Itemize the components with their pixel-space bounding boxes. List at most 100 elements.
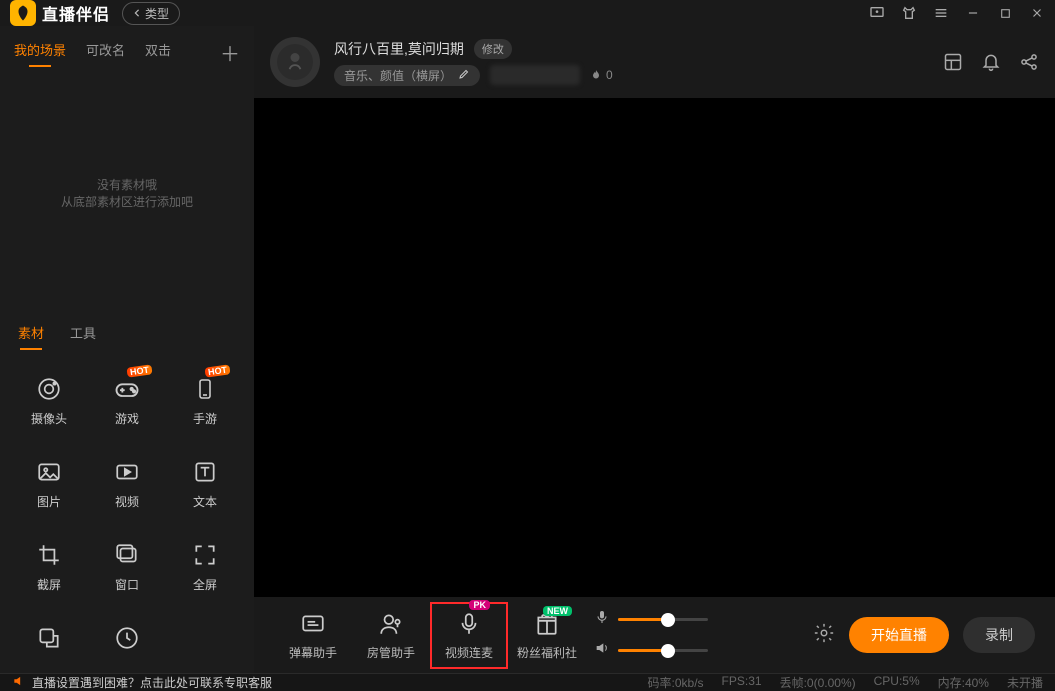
empty-line2: 从底部素材区进行添加吧 (61, 193, 193, 210)
window-icon (112, 540, 142, 570)
pk-badge: PK (469, 600, 490, 610)
main-area: 我的场景 可改名 双击 ＋ 没有素材哦 从底部素材区进行添加吧 素材 工具 摄像… (0, 26, 1055, 673)
mobile-icon (190, 374, 220, 404)
titlebar: 直播伴侣 类型 (0, 0, 1055, 26)
new-badge: NEW (543, 606, 572, 616)
text-icon (190, 457, 220, 487)
source-fullscreen[interactable]: 全屏 (166, 540, 244, 593)
close-button[interactable] (1029, 5, 1045, 21)
source-label: 游戏 (115, 410, 139, 427)
pencil-icon[interactable] (458, 68, 470, 83)
app-logo: 直播伴侣 (10, 0, 110, 26)
source-camera[interactable]: 摄像头 (10, 374, 88, 427)
tab-sources[interactable]: 素材 (18, 323, 44, 348)
room-header: 风行八百里,莫问归期 修改 音乐、颜值（横屏） 0 (254, 26, 1055, 98)
clock-icon (112, 623, 142, 653)
tb-label: 粉丝福利社 (517, 644, 577, 661)
layout-icon[interactable] (943, 52, 963, 72)
blurred-info (490, 65, 580, 85)
tb-label: 房管助手 (367, 644, 415, 661)
stat-bitrate: 码率:0kb/s (648, 674, 704, 691)
mic-link-icon (455, 610, 483, 638)
danmu-icon (299, 610, 327, 638)
moderator-icon (377, 610, 405, 638)
mic-icon[interactable] (594, 609, 610, 630)
crop-icon (34, 540, 64, 570)
bell-icon[interactable] (981, 52, 1001, 72)
app-window: 直播伴侣 类型 我的场景 可改名 双击 ＋ 没有素材哦 从底部素材区 (0, 0, 1055, 679)
source-tabs: 素材 工具 (0, 313, 254, 354)
extra-icon (34, 623, 64, 653)
add-scene-button[interactable]: ＋ (220, 38, 240, 67)
status-stats: 码率:0kb/s FPS:31 丢帧:0(0.00%) CPU:5% 内存:40… (648, 674, 1043, 691)
logo-icon (10, 0, 36, 26)
menu-icon[interactable] (933, 5, 949, 21)
source-crop[interactable]: 截屏 (10, 540, 88, 593)
scene-tab-double[interactable]: 双击 (145, 40, 171, 65)
content: 风行八百里,莫问归期 修改 音乐、颜值（横屏） 0 (254, 26, 1055, 673)
stat-state: 未开播 (1007, 674, 1043, 691)
speaker-icon[interactable] (594, 640, 610, 661)
help-link[interactable]: 直播设置遇到困难？点击此处可联系专职客服 (12, 674, 272, 691)
scene-tab-rename[interactable]: 可改名 (86, 40, 125, 65)
source-text[interactable]: 文本 (166, 457, 244, 510)
avatar[interactable] (270, 37, 320, 87)
type-button[interactable]: 类型 (122, 2, 180, 25)
fullscreen-icon (190, 540, 220, 570)
tool-fan-club[interactable]: NEW 粉丝福利社 (508, 610, 586, 661)
source-grid: 摄像头 HOT 游戏 HOT 手游 图片 视频 (0, 354, 254, 673)
hot-badge: HOT (126, 364, 152, 377)
maximize-button[interactable] (997, 5, 1013, 21)
skin-icon[interactable] (901, 5, 917, 21)
source-extra-1[interactable] (10, 623, 88, 653)
source-label: 手游 (193, 410, 217, 427)
bottom-toolbar: 弹幕助手 房管助手 PK 视频连麦 NEW 粉丝福利社 (254, 597, 1055, 673)
mic-slider[interactable] (618, 618, 708, 621)
source-extra-2[interactable] (88, 623, 166, 653)
tool-moderator[interactable]: 房管助手 (352, 610, 430, 661)
tb-label: 视频连麦 (445, 644, 493, 661)
app-title: 直播伴侣 (42, 1, 110, 25)
screen-icon[interactable] (869, 5, 885, 21)
edit-title-button[interactable]: 修改 (474, 39, 512, 59)
flame-icon (590, 69, 602, 81)
start-stream-button[interactable]: 开始直播 (849, 617, 949, 653)
speaker-slider[interactable] (618, 649, 708, 652)
source-video[interactable]: 视频 (88, 457, 166, 510)
tool-danmu[interactable]: 弹幕助手 (274, 610, 352, 661)
source-game[interactable]: HOT 游戏 (88, 374, 166, 427)
source-image[interactable]: 图片 (10, 457, 88, 510)
room-info: 风行八百里,莫问归期 修改 音乐、颜值（横屏） 0 (334, 39, 613, 86)
image-icon (34, 457, 64, 487)
room-title: 风行八百里,莫问归期 (334, 39, 464, 59)
camera-icon (34, 374, 64, 404)
hot-badge: HOT (204, 364, 230, 377)
settings-button[interactable] (813, 622, 835, 649)
scene-tabs: 我的场景 可改名 双击 ＋ (0, 26, 254, 73)
source-label: 视频 (115, 493, 139, 510)
heat-value: 0 (606, 68, 613, 82)
source-label: 文本 (193, 493, 217, 510)
preview-area[interactable] (254, 98, 1055, 597)
minimize-button[interactable] (965, 5, 981, 21)
scene-tab-my[interactable]: 我的场景 (14, 40, 66, 65)
stat-cpu: CPU:5% (874, 674, 920, 691)
source-label: 全屏 (193, 576, 217, 593)
tab-tools[interactable]: 工具 (70, 323, 96, 348)
source-label: 截屏 (37, 576, 61, 593)
source-window[interactable]: 窗口 (88, 540, 166, 593)
stat-drop: 丢帧:0(0.00%) (780, 674, 856, 691)
category-chip[interactable]: 音乐、颜值（横屏） (334, 65, 480, 86)
audio-sliders (594, 609, 708, 661)
source-label: 图片 (37, 493, 61, 510)
record-button[interactable]: 录制 (963, 617, 1035, 653)
sidebar: 我的场景 可改名 双击 ＋ 没有素材哦 从底部素材区进行添加吧 素材 工具 摄像… (0, 26, 254, 673)
tool-video-link[interactable]: PK 视频连麦 (430, 602, 508, 669)
empty-scene-placeholder: 没有素材哦 从底部素材区进行添加吧 (0, 73, 254, 313)
chevron-left-icon (133, 9, 141, 17)
source-label: 摄像头 (31, 410, 67, 427)
share-icon[interactable] (1019, 52, 1039, 72)
source-mobile[interactable]: HOT 手游 (166, 374, 244, 427)
video-icon (112, 457, 142, 487)
category-label: 音乐、颜值（横屏） (344, 67, 452, 84)
